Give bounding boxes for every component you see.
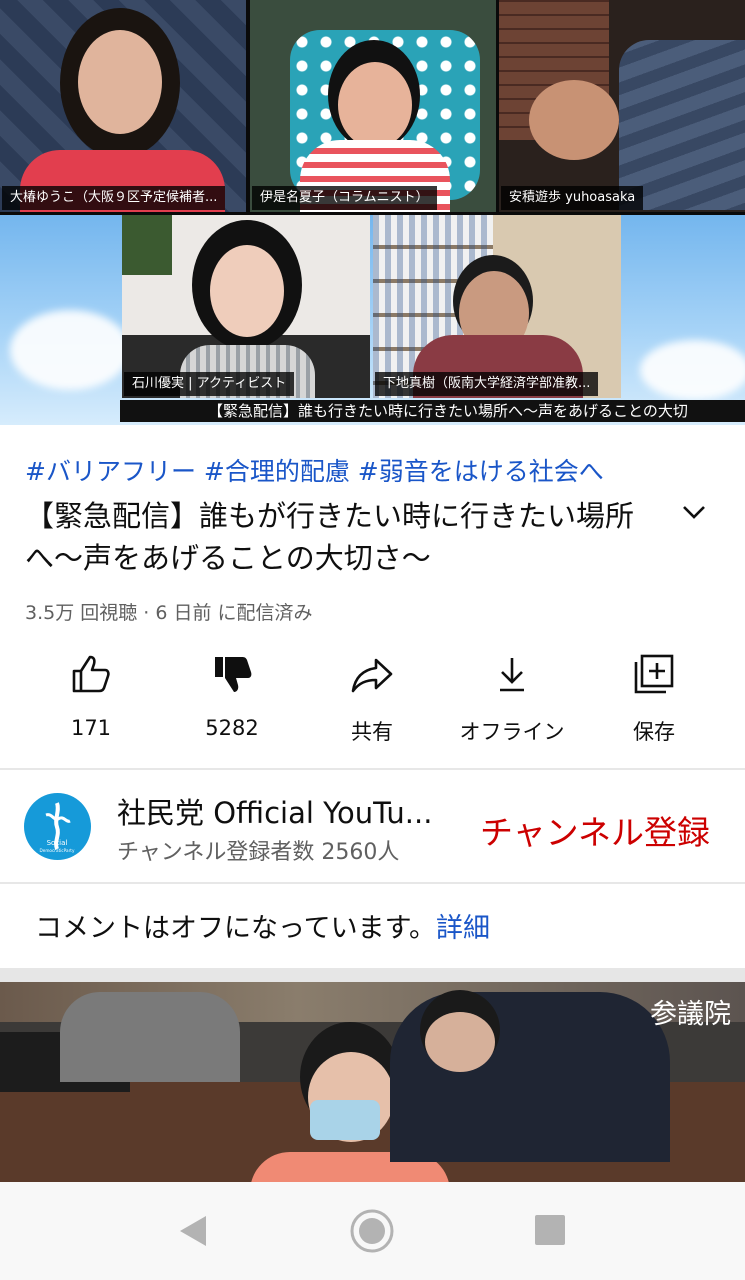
recents-icon[interactable] [534, 1214, 566, 1246]
like-button[interactable]: 171 [21, 652, 161, 740]
participant-name: 安積遊歩 yuhoasaka [501, 186, 644, 210]
video-title[interactable]: 【緊急配信】誰もが行きたい時に行きたい場所へ〜声をあげることの大切さ〜 [25, 495, 650, 579]
section-separator [0, 968, 745, 982]
participant-tile: 石川優実 | アクティビスト [122, 215, 370, 398]
channel-name[interactable]: 社民党 Official YouTu... [117, 790, 432, 832]
chevron-down-icon[interactable] [680, 498, 708, 526]
participant-tile: 伊是名夏子（コラムニスト） [250, 0, 496, 212]
hashtags[interactable]: #バリアフリー #合理的配慮 #弱音をはける社会へ [25, 452, 604, 488]
party-logo-icon: Social DemocraticParty [40, 802, 75, 853]
participant-tile: 大椿ゆうこ（大阪９区予定候補者... [0, 0, 246, 212]
comments-disabled-notice: コメントはオフになっています。詳細 [35, 906, 490, 945]
thumbs-up-icon [72, 655, 110, 693]
channel-avatar[interactable]: Social DemocraticParty [24, 793, 91, 860]
participant-name: 石川優実 | アクティビスト [124, 372, 295, 396]
download-button[interactable]: オフライン [442, 652, 582, 746]
divider [0, 882, 745, 884]
participant-tile: 下地真樹（阪南大学経済学部准教... [373, 215, 621, 398]
save-label: 保存 [633, 720, 675, 744]
participant-name: 伊是名夏子（コラムニスト） [252, 186, 437, 210]
subscriber-count: チャンネル登録者数 2560人 [117, 840, 400, 865]
video-stats: 3.5万 回視聴 · 6 日前 に配信済み [25, 602, 313, 624]
svg-text:Social: Social [47, 839, 68, 847]
save-button[interactable]: 保存 [584, 652, 724, 746]
home-icon[interactable] [349, 1208, 395, 1254]
participant-name: 下地真樹（阪南大学経済学部准教... [375, 372, 599, 396]
like-count: 171 [70, 716, 112, 740]
dislike-button[interactable]: 5282 [162, 652, 302, 740]
system-nav-bar [0, 1182, 745, 1280]
broadcaster-watermark: 参議院 [650, 999, 731, 1030]
divider [0, 768, 745, 770]
download-label: オフライン [459, 720, 565, 744]
share-icon [351, 658, 393, 693]
back-icon[interactable] [176, 1214, 210, 1248]
video-ticker: 【緊急配信】誰も行きたい時に行きたい場所へ〜声をあげることの大切 [120, 400, 745, 422]
participant-tile: 安積遊歩 yuhoasaka [499, 0, 745, 212]
thumbs-down-icon [215, 657, 252, 692]
participant-name: 大椿ゆうこ（大阪９区予定候補者... [2, 186, 226, 210]
comments-off-text: コメントはオフになっています。 [35, 913, 436, 944]
download-icon [500, 658, 524, 692]
share-label: 共有 [351, 720, 393, 744]
dislike-count: 5282 [205, 716, 259, 740]
next-video-thumbnail[interactable]: 参議院 [0, 982, 745, 1182]
svg-text:DemocraticParty: DemocraticParty [40, 848, 75, 853]
share-button[interactable]: 共有 [302, 652, 442, 746]
subscribe-button[interactable]: チャンネル登録 [480, 806, 710, 854]
details-link[interactable]: 詳細 [436, 913, 490, 944]
save-playlist-icon [634, 654, 674, 694]
video-player[interactable]: 大椿ゆうこ（大阪９区予定候補者... 伊是名夏子（コラムニスト） 安積遊歩 yu… [0, 0, 745, 425]
